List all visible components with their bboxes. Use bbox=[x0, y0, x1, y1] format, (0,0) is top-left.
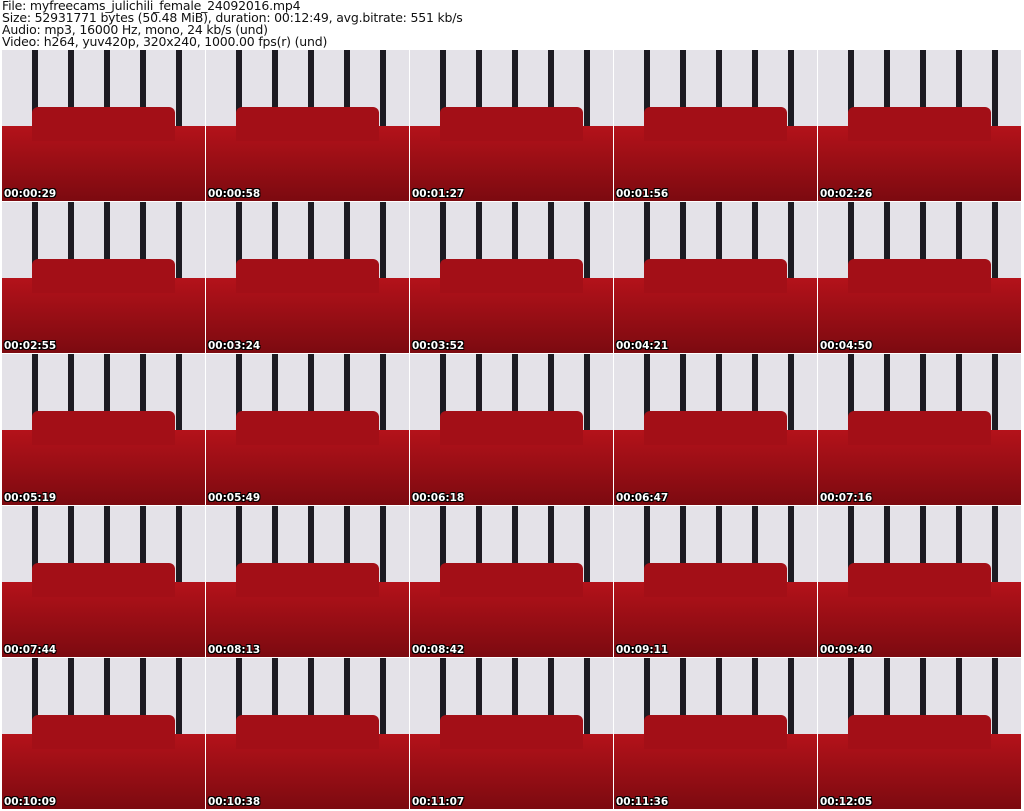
timestamp: 00:06:47 bbox=[616, 492, 669, 504]
thumbnail[interactable]: 00:09:40 bbox=[818, 506, 1021, 657]
timestamp: 00:04:21 bbox=[616, 340, 669, 352]
thumbnail-couch-back bbox=[32, 715, 175, 749]
thumbnail[interactable]: 00:02:26 bbox=[818, 50, 1021, 201]
thumbnail-couch-back bbox=[848, 411, 991, 445]
thumbnail[interactable]: 00:08:13 bbox=[206, 506, 409, 657]
thumbnail-couch-back bbox=[644, 563, 787, 597]
timestamp: 00:04:50 bbox=[820, 340, 873, 352]
thumbnail[interactable]: 00:07:16 bbox=[818, 354, 1021, 505]
timestamp: 00:07:16 bbox=[820, 492, 873, 504]
thumbnail-couch-back bbox=[32, 107, 175, 141]
thumbnail-couch-back bbox=[236, 259, 379, 293]
thumbnail-couch-back bbox=[236, 107, 379, 141]
thumbnail[interactable]: 00:11:36 bbox=[614, 658, 817, 809]
timestamp: 00:11:36 bbox=[616, 796, 669, 808]
thumbnail[interactable]: 00:00:58 bbox=[206, 50, 409, 201]
thumbnail-couch-back bbox=[32, 259, 175, 293]
thumbnail[interactable]: 00:10:09 bbox=[2, 658, 205, 809]
thumbnail[interactable]: 00:11:07 bbox=[410, 658, 613, 809]
thumbnail[interactable]: 00:05:19 bbox=[2, 354, 205, 505]
timestamp: 00:00:58 bbox=[208, 188, 261, 200]
timestamp: 00:06:18 bbox=[412, 492, 465, 504]
thumbnail-couch-back bbox=[32, 563, 175, 597]
timestamp: 00:01:27 bbox=[412, 188, 465, 200]
thumbnail-couch-back bbox=[440, 563, 583, 597]
thumbnail-couch-back bbox=[644, 715, 787, 749]
thumbnail[interactable]: 00:02:55 bbox=[2, 202, 205, 353]
timestamp: 00:05:49 bbox=[208, 492, 261, 504]
thumbnail-couch-back bbox=[32, 411, 175, 445]
thumbnail[interactable]: 00:09:11 bbox=[614, 506, 817, 657]
timestamp: 00:07:44 bbox=[4, 644, 57, 656]
video-info: Video: h264, yuv420p, 320x240, 1000.00 f… bbox=[2, 34, 328, 49]
thumbnail-couch-back bbox=[236, 715, 379, 749]
thumbnail-couch-back bbox=[848, 563, 991, 597]
thumbnail[interactable]: 00:03:24 bbox=[206, 202, 409, 353]
thumbnail-couch-back bbox=[236, 563, 379, 597]
thumbnail[interactable]: 00:01:27 bbox=[410, 50, 613, 201]
timestamp: 00:12:05 bbox=[820, 796, 873, 808]
timestamp: 00:03:24 bbox=[208, 340, 261, 352]
thumbnail[interactable]: 00:10:38 bbox=[206, 658, 409, 809]
thumbnail[interactable]: 00:05:49 bbox=[206, 354, 409, 505]
thumbnail[interactable]: 00:03:52 bbox=[410, 202, 613, 353]
thumbnail[interactable]: 00:08:42 bbox=[410, 506, 613, 657]
thumbnail[interactable]: 00:04:21 bbox=[614, 202, 817, 353]
thumbnail-couch-back bbox=[440, 715, 583, 749]
thumbnail[interactable]: 00:06:47 bbox=[614, 354, 817, 505]
thumbnail-couch-back bbox=[440, 411, 583, 445]
timestamp: 00:11:07 bbox=[412, 796, 465, 808]
timestamp: 00:10:09 bbox=[4, 796, 57, 808]
thumbnail-couch-back bbox=[848, 259, 991, 293]
thumbnail[interactable]: 00:06:18 bbox=[410, 354, 613, 505]
thumbnail[interactable]: 00:00:29 bbox=[2, 50, 205, 201]
thumbnail-couch-back bbox=[848, 107, 991, 141]
thumbnail-couch-back bbox=[440, 259, 583, 293]
thumbnail-couch-back bbox=[440, 107, 583, 141]
thumbnail[interactable]: 00:01:56 bbox=[614, 50, 817, 201]
timestamp: 00:08:42 bbox=[412, 644, 465, 656]
thumbnail[interactable]: 00:07:44 bbox=[2, 506, 205, 657]
thumbnail[interactable]: 00:12:05 bbox=[818, 658, 1021, 809]
thumbnail-couch-back bbox=[848, 715, 991, 749]
timestamp: 00:08:13 bbox=[208, 644, 261, 656]
timestamp: 00:10:38 bbox=[208, 796, 261, 808]
thumbnail-couch-back bbox=[644, 411, 787, 445]
thumbnail-grid: 00:00:29 00:00:58 00:01:27 00:01:56 00:02:26… bbox=[2, 50, 1021, 809]
timestamp: 00:01:56 bbox=[616, 188, 669, 200]
timestamp: 00:02:26 bbox=[820, 188, 873, 200]
thumbnail[interactable]: 00:04:50 bbox=[818, 202, 1021, 353]
timestamp: 00:00:29 bbox=[4, 188, 57, 200]
timestamp: 00:09:11 bbox=[616, 644, 669, 656]
thumbnail-couch-back bbox=[236, 411, 379, 445]
timestamp: 00:02:55 bbox=[4, 340, 57, 352]
timestamp: 00:03:52 bbox=[412, 340, 465, 352]
thumbnail-couch-back bbox=[644, 107, 787, 141]
timestamp: 00:05:19 bbox=[4, 492, 57, 504]
timestamp: 00:09:40 bbox=[820, 644, 873, 656]
file-info: File: myfreecams_julichili_female_240920… bbox=[2, 0, 463, 48]
thumbnail-couch-back bbox=[644, 259, 787, 293]
